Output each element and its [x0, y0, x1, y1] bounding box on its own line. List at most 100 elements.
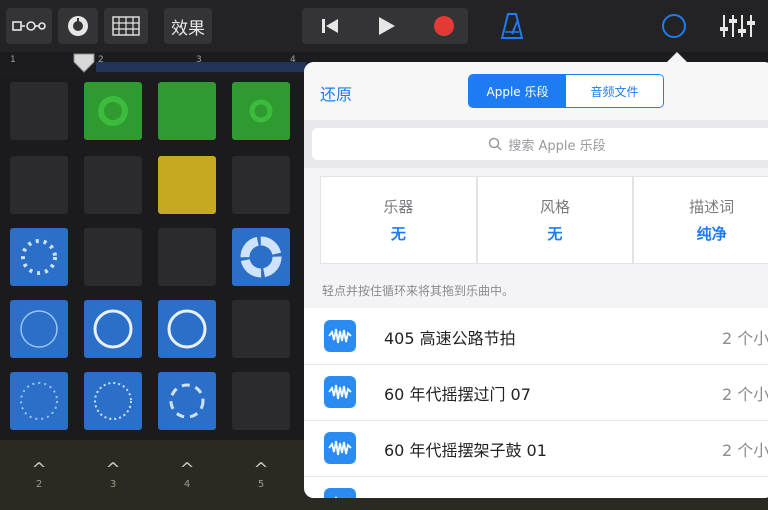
settings-button[interactable]	[714, 8, 760, 44]
toolbar: 效果	[0, 0, 768, 52]
loop-name: 60 年代摇摆过门 07	[384, 385, 531, 404]
track-view-icon	[12, 21, 46, 31]
drag-hint: 轻点并按住循环来将其拖到乐曲中。	[322, 284, 515, 298]
loop-cell[interactable]	[232, 228, 290, 286]
loop-browser-button[interactable]	[656, 8, 692, 44]
loop-cell[interactable]	[158, 228, 216, 286]
filter-instrument[interactable]: 乐器 无	[320, 176, 477, 264]
drum-pattern-icon	[240, 236, 282, 278]
restore-button[interactable]: 还原	[320, 81, 352, 105]
playhead-icon[interactable]	[72, 52, 96, 74]
loop-cell[interactable]	[158, 300, 216, 358]
segment-apple-loops[interactable]: Apple 乐段	[469, 75, 566, 107]
track-view-button[interactable]	[6, 8, 52, 44]
chevron-up-icon: ^	[253, 458, 269, 480]
loop-bar-count: 2 个小	[722, 441, 768, 460]
waveform-icon	[324, 488, 356, 498]
loop-bar-count: 2 个小	[722, 385, 768, 404]
waveform-icon	[93, 309, 133, 349]
source-segmented-control: Apple 乐段 音频文件	[468, 74, 664, 108]
record-icon	[434, 16, 454, 36]
search-icon	[489, 137, 502, 151]
drum-pattern-icon	[20, 382, 58, 420]
loop-bar-count: 2 个小	[722, 329, 768, 348]
list-item[interactable]: 405 高速公路节拍 2 个小	[304, 308, 768, 365]
list-item[interactable]: 60 年代摇摆过门 07 2 个小	[304, 364, 768, 421]
loop-cell[interactable]	[10, 156, 68, 214]
loop-cell[interactable]	[10, 372, 68, 430]
loop-cell[interactable]	[232, 156, 290, 214]
drum-pattern-icon	[169, 383, 205, 419]
column-trigger-button[interactable]: ^ 3	[76, 440, 150, 510]
loop-list: 405 高速公路节拍 2 个小 60 年代摇摆过门 07 2 个小 60 年代摇…	[304, 308, 768, 498]
loop-cell[interactable]	[10, 82, 68, 140]
rewind-icon	[322, 19, 338, 33]
waveform-icon	[167, 309, 207, 349]
waveform-icon	[20, 310, 58, 348]
waveform-icon	[324, 320, 356, 352]
ruler-tick: 2	[98, 55, 104, 65]
loop-cell[interactable]	[84, 156, 142, 214]
waveform-icon	[249, 99, 273, 123]
metronome-icon	[500, 13, 524, 39]
chevron-up-icon: ^	[105, 458, 121, 480]
filter-bar: 乐器 无 风格 无 描述词 纯净	[304, 176, 768, 272]
filter-value: 无	[547, 225, 563, 243]
loop-cell[interactable]	[84, 372, 142, 430]
waveform-icon	[98, 96, 128, 126]
chevron-up-icon: ^	[179, 458, 195, 480]
loop-cell[interactable]	[10, 300, 68, 358]
drum-pattern-icon	[94, 382, 132, 420]
filter-descriptors[interactable]: 描述词 纯净	[633, 176, 768, 264]
search-bar: 搜索 Apple 乐段	[304, 120, 768, 168]
column-trigger-button[interactable]: ^ 4	[150, 440, 224, 510]
loop-cell[interactable]	[158, 156, 216, 214]
play-button[interactable]	[366, 8, 406, 44]
ruler-tick: 4	[290, 55, 296, 65]
settings-sliders-icon	[720, 15, 755, 37]
loop-cell[interactable]	[158, 372, 216, 430]
search-input[interactable]: 搜索 Apple 乐段	[312, 128, 768, 160]
ruler-tick: 3	[196, 55, 202, 65]
loop-cell[interactable]	[10, 228, 68, 286]
loop-cell[interactable]	[232, 372, 290, 430]
column-trigger-button[interactable]: ^ 5	[224, 440, 298, 510]
smart-controls-icon	[68, 16, 88, 36]
loop-cell[interactable]	[84, 300, 142, 358]
segment-audio-files[interactable]: 音频文件	[566, 75, 663, 107]
loop-cell[interactable]	[232, 82, 290, 140]
rewind-button[interactable]	[310, 8, 350, 44]
filter-value: 纯净	[696, 225, 727, 243]
search-placeholder: 搜索 Apple 乐段	[508, 138, 606, 154]
filter-value: 无	[390, 225, 406, 243]
filter-label: 描述词	[689, 198, 735, 216]
chevron-up-icon: ^	[31, 458, 47, 480]
loop-cell[interactable]	[232, 300, 290, 358]
loop-cell[interactable]	[158, 82, 216, 140]
list-item[interactable]: 60 年代摇摆架子鼓 01 2 个小	[304, 420, 768, 477]
play-icon	[379, 17, 395, 35]
loop-cell[interactable]	[84, 228, 142, 286]
drum-pattern-icon	[21, 239, 57, 275]
filter-genre[interactable]: 风格 无	[476, 176, 634, 264]
loop-cell[interactable]	[84, 82, 142, 140]
loop-name: 60 年代摇摆架子鼓 01	[384, 441, 547, 460]
filter-label: 风格	[540, 198, 571, 216]
popover-header: 还原 Apple 乐段 音频文件	[304, 62, 768, 120]
smart-controls-button[interactable]	[58, 8, 98, 44]
record-button[interactable]	[424, 8, 464, 44]
filter-label: 乐器	[383, 198, 414, 216]
loop-browser-popover: 还原 Apple 乐段 音频文件 搜索 Apple 乐段 乐器 无 风格 无 描…	[304, 62, 768, 498]
live-loops-grid	[0, 76, 300, 440]
fx-button[interactable]: 效果	[164, 8, 212, 44]
mixer-grid-button[interactable]	[104, 8, 148, 44]
metronome-button[interactable]	[494, 8, 530, 44]
loop-browser-icon	[662, 14, 686, 38]
list-item[interactable]	[304, 476, 768, 498]
waveform-icon	[324, 432, 356, 464]
waveform-icon	[324, 376, 356, 408]
loop-name: 405 高速公路节拍	[384, 329, 516, 348]
mixer-grid-icon	[112, 16, 140, 36]
column-trigger-button[interactable]: ^ 2	[2, 440, 76, 510]
ruler-tick: 1	[10, 55, 16, 65]
